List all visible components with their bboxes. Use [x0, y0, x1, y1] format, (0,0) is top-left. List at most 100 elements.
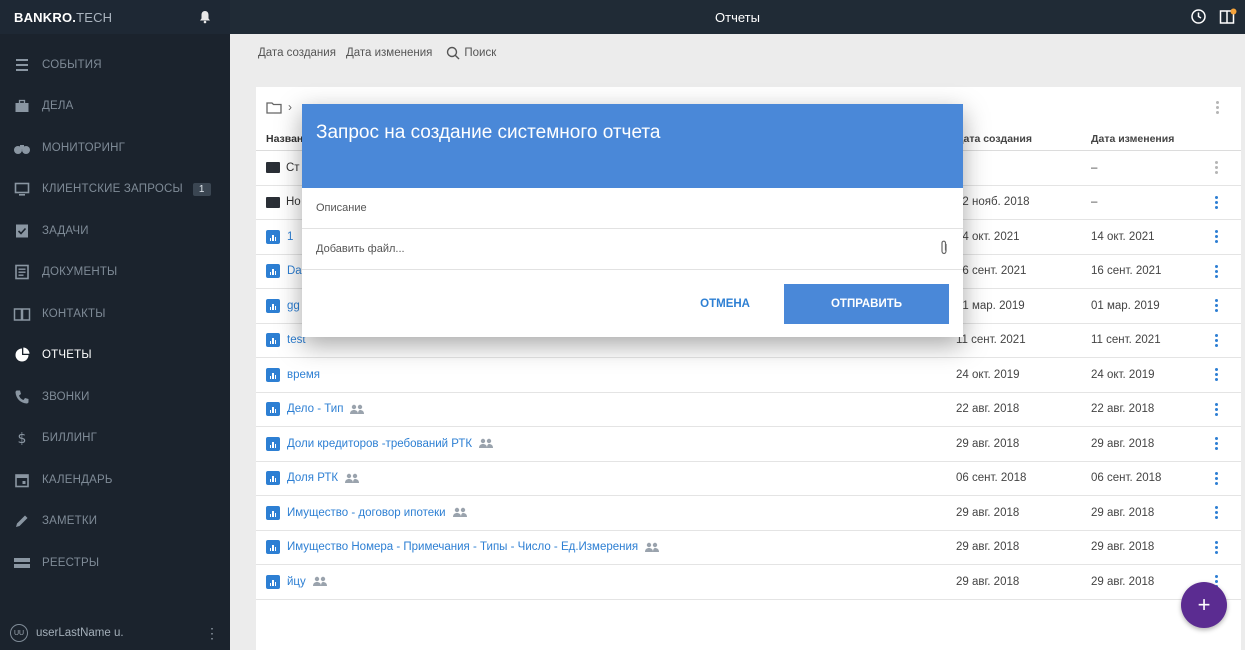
modified-date: 16 сент. 2021 — [1091, 265, 1162, 278]
description-placeholder: Описание — [316, 202, 367, 214]
table-row[interactable]: йцу 29 авг. 2018 29 авг. 2018 — [256, 565, 1241, 600]
row-more-icon[interactable] — [1214, 437, 1218, 451]
sort-modified-button[interactable]: Дата изменения — [346, 47, 432, 59]
submit-button[interactable]: ОТПРАВИТЬ — [784, 283, 949, 324]
row-more-icon[interactable] — [1214, 471, 1218, 485]
sidebar-item-2[interactable]: МОНИТОРИНГ — [0, 127, 230, 169]
sidebar-item-7[interactable]: ОТЧЕТЫ — [0, 335, 230, 377]
sidebar-item-11[interactable]: ЗАМЕТКИ — [0, 501, 230, 543]
report-name[interactable]: Доля РТК — [287, 472, 338, 484]
sidebar-item-label: ДОКУМЕНТЫ — [42, 266, 118, 279]
modified-date: 24 окт. 2019 — [1091, 368, 1155, 381]
sidebar-item-label: КОНТАКТЫ — [42, 307, 106, 320]
table-row[interactable]: Имущество Номера - Примечания - Типы - Ч… — [256, 531, 1241, 565]
row-more-icon[interactable] — [1214, 540, 1218, 554]
table-row[interactable]: Доля РТК 06 сент. 2018 06 сент. 2018 — [256, 462, 1241, 496]
row-more-icon[interactable] — [1214, 368, 1218, 382]
report-name[interactable]: Имущество Номера - Примечания - Типы - Ч… — [287, 541, 638, 553]
header-created[interactable]: Дата создания — [956, 133, 1091, 145]
calendar-icon — [12, 470, 32, 490]
count-badge: 1 — [192, 182, 211, 196]
search-label: Поиск — [464, 47, 497, 59]
add-report-button[interactable]: + — [1181, 582, 1227, 628]
table-row[interactable]: Имущество - договор ипотеки 29 авг. 2018 2… — [256, 496, 1241, 531]
sidebar-item-4[interactable]: ЗАДАЧИ — [0, 210, 230, 252]
panel-notification-icon[interactable] — [1219, 8, 1237, 28]
cancel-button[interactable]: ОТМЕНА — [700, 298, 750, 310]
brand-logo[interactable]: BANKRO.TECH — [14, 10, 112, 25]
paperclip-icon[interactable] — [939, 240, 949, 259]
report-name[interactable]: 1 — [287, 231, 293, 243]
table-row[interactable]: Доли кредиторов -требований РТК 29 авг. 2… — [256, 427, 1241, 462]
modified-date: 29 авг. 2018 — [1091, 506, 1155, 519]
dialog-title: Запрос на создание системного отчета — [316, 122, 661, 143]
briefcase-icon — [12, 96, 32, 116]
sidebar-item-3[interactable]: КЛИЕНТСКИЕ ЗАПРОСЫ 1 — [0, 169, 230, 211]
dollar-icon: $ — [12, 428, 32, 448]
report-chart-icon — [266, 402, 280, 417]
modified-date: 22 авг. 2018 — [1091, 403, 1155, 416]
shared-users-icon — [312, 576, 328, 587]
report-name[interactable]: Но — [286, 196, 301, 208]
sidebar-item-label: ЗВОНКИ — [42, 390, 90, 403]
sidebar-item-10[interactable]: КАЛЕНДАРЬ — [0, 459, 230, 501]
search-icon — [447, 46, 460, 60]
sidebar-item-12[interactable]: РЕЕСТРЫ — [0, 542, 230, 584]
row-more-icon[interactable] — [1214, 161, 1218, 175]
report-name[interactable]: Da — [287, 265, 302, 277]
table-row[interactable]: Дело - Тип 22 авг. 2018 22 авг. 2018 — [256, 393, 1241, 427]
report-chart-icon — [266, 540, 280, 555]
modified-date: 14 окт. 2021 — [1091, 230, 1155, 243]
search-button[interactable]: Поиск — [446, 46, 496, 60]
report-chart-icon — [266, 298, 280, 313]
shared-users-icon — [452, 507, 468, 518]
folder-outline-icon[interactable] — [266, 101, 282, 114]
row-more-icon[interactable] — [1214, 195, 1218, 209]
path-separator: › — [288, 100, 292, 114]
report-name[interactable]: Дело - Тип — [287, 403, 343, 415]
sidebar-item-6[interactable]: КОНТАКТЫ — [0, 293, 230, 335]
created-date: – — [956, 162, 1091, 174]
row-more-icon[interactable] — [1214, 402, 1218, 416]
report-name[interactable]: Имущество - договор ипотеки — [287, 507, 446, 519]
row-more-icon[interactable] — [1214, 506, 1218, 520]
modified-date: 11 сент. 2021 — [1091, 334, 1161, 347]
description-field[interactable]: Описание — [302, 188, 963, 229]
table-row[interactable]: время 24 окт. 2019 24 окт. 2019 — [256, 358, 1241, 393]
created-date: 01 мар. 2019 — [956, 299, 1025, 312]
sidebar-item-0[interactable]: СОБЫТИЯ — [0, 44, 230, 86]
header-modified[interactable]: Дата изменения — [1091, 133, 1191, 145]
created-date: 29 авг. 2018 — [956, 541, 1020, 554]
pie-chart-icon — [12, 345, 32, 365]
report-name[interactable]: йцу — [287, 576, 306, 588]
history-clock-icon[interactable] — [1190, 8, 1207, 28]
card-more-icon[interactable] — [1216, 100, 1219, 114]
task-check-icon — [12, 221, 32, 241]
monitor-icon — [12, 179, 32, 199]
row-more-icon[interactable] — [1214, 299, 1218, 313]
user-menu[interactable]: UU userLastName u. ⋮ — [0, 616, 230, 650]
row-more-icon[interactable] — [1214, 264, 1218, 278]
report-chart-icon — [266, 574, 280, 589]
binoculars-icon — [12, 138, 32, 158]
report-name[interactable]: время — [287, 369, 320, 381]
sidebar-item-9[interactable]: $ БИЛЛИНГ — [0, 418, 230, 460]
bell-icon[interactable] — [198, 10, 212, 24]
more-vertical-icon[interactable]: ⋮ — [205, 626, 219, 640]
report-name[interactable]: Доли кредиторов -требований РТК — [287, 438, 472, 450]
sort-created-button[interactable]: Дата создания — [258, 47, 336, 59]
add-file-field[interactable]: Добавить файл... — [302, 229, 963, 270]
row-more-icon[interactable] — [1214, 333, 1218, 347]
modified-date: 01 мар. 2019 — [1091, 299, 1160, 312]
report-name[interactable]: Ст — [286, 162, 300, 174]
sidebar-item-5[interactable]: ДОКУМЕНТЫ — [0, 252, 230, 294]
folder-icon — [266, 196, 280, 208]
sidebar-item-1[interactable]: ДЕЛА — [0, 86, 230, 128]
row-more-icon[interactable] — [1214, 230, 1218, 244]
report-name[interactable]: gg — [287, 300, 300, 312]
documents-icon — [12, 262, 32, 282]
registry-icon — [12, 553, 32, 573]
shared-users-icon — [644, 542, 660, 553]
sidebar-item-8[interactable]: ЗВОНКИ — [0, 376, 230, 418]
sidebar-item-label: ЗАДАЧИ — [42, 224, 89, 237]
